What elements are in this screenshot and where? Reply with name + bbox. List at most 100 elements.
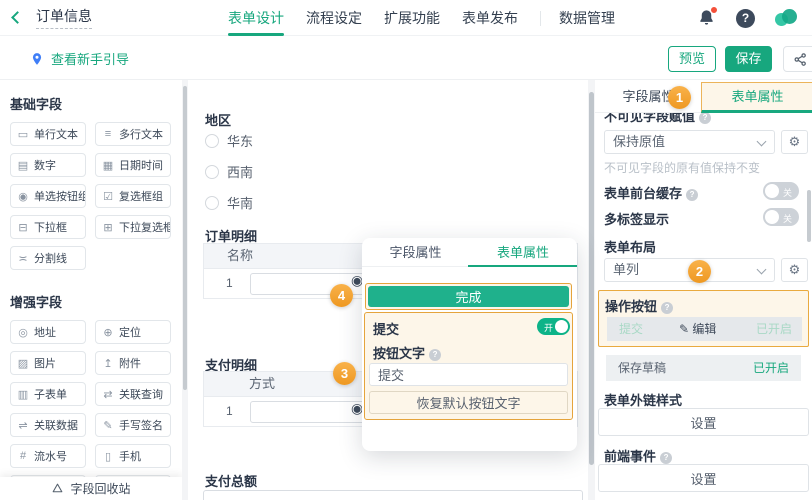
order-row-index: 1 xyxy=(226,276,233,290)
pay-col-method: 方式 xyxy=(249,376,276,391)
dropdown-icon: ⊟ xyxy=(18,221,28,234)
field-multi-line-text[interactable]: ≡ 多行文本 xyxy=(95,122,171,146)
field-subform[interactable]: ▥ 子表单 xyxy=(10,382,86,406)
total-amount-input[interactable] xyxy=(203,490,583,500)
step-badge-1: 1 xyxy=(668,86,691,109)
tab-divider xyxy=(540,10,541,26)
number-icon: ▤ xyxy=(17,159,29,172)
frontend-events-settings-button[interactable]: 设置 xyxy=(598,464,809,492)
field-recycle-bin[interactable]: 字段回收站 xyxy=(0,477,182,500)
invisible-field-gear-button[interactable]: ⚙ xyxy=(781,130,808,154)
canvas-scroll-thumb[interactable] xyxy=(589,92,594,465)
sub-toolbar: 查看新手引导 预览 保存 xyxy=(0,36,812,80)
info-icon: ? xyxy=(660,452,673,464)
field-attachment[interactable]: ↥ 附件 xyxy=(95,351,171,375)
field-related-query[interactable]: ⇄ 关联查询 xyxy=(95,382,171,406)
panel-scroll-thumb[interactable] xyxy=(807,190,811,242)
done-highlight-box: 完成 xyxy=(365,283,572,310)
save-draft-row[interactable]: 保存草稿 已开启 xyxy=(606,355,801,381)
action-buttons-label: 操作按钮? xyxy=(605,296,674,315)
tab-data-management[interactable]: 数据管理 xyxy=(559,0,615,36)
field-mobile[interactable]: ▯ 手机 xyxy=(95,444,171,468)
frontend-events-label: 前端事件? xyxy=(604,446,673,465)
back-button[interactable] xyxy=(0,0,30,36)
tab-flow-settings[interactable]: 流程设定 xyxy=(306,0,362,36)
tab-extensions[interactable]: 扩展功能 xyxy=(384,0,440,36)
link-style-label: 表单外链样式 xyxy=(604,393,683,408)
popup-tab-field-props[interactable]: 字段属性 xyxy=(362,238,469,267)
multitab-label: 多标签显示 xyxy=(604,212,670,227)
button-text-input[interactable] xyxy=(369,363,568,386)
field-dropdown[interactable]: ⊟ 下拉框 xyxy=(10,215,86,239)
popup-tabs: 字段属性 表单属性 xyxy=(362,238,577,267)
multitab-toggle[interactable]: 关 xyxy=(763,208,799,226)
done-button[interactable]: 完成 xyxy=(368,286,569,307)
field-image[interactable]: ▨ 图片 xyxy=(10,351,86,375)
calendar-icon: ▦ xyxy=(102,159,114,172)
radio-circle-icon[interactable] xyxy=(205,195,219,210)
radio-circle-icon[interactable] xyxy=(205,164,219,179)
action-edit-button[interactable]: ✎ 编辑 xyxy=(679,317,716,341)
form-layout-label: 表单布局 xyxy=(604,240,657,255)
radio-option-east[interactable]: 华东 xyxy=(205,131,253,150)
action-buttons-row: 提交 ✎ 编辑 已开启 xyxy=(607,317,802,341)
action-submit-disabled: 提交 xyxy=(619,322,644,336)
field-related-data[interactable]: ⇌ 关联数据 xyxy=(10,413,86,437)
field-radio-group[interactable]: ◉ 单选按钮组 xyxy=(10,184,86,208)
share-icon xyxy=(794,52,806,66)
tab-form-design[interactable]: 表单设计 xyxy=(228,0,284,36)
field-multi-dropdown[interactable]: ⊞ 下拉复选框 xyxy=(95,215,171,239)
form-properties-panel: 不可见字段赋值? 字段属性 表单属性 保持原值 ⚙ 不可见字段的原有值保持不变 … xyxy=(595,80,812,500)
order-col-name: 名称 xyxy=(227,248,254,263)
info-icon: ? xyxy=(686,189,699,201)
field-address[interactable]: ◎ 地址 xyxy=(10,320,86,344)
newbie-guide-link[interactable]: 查看新手引导 xyxy=(30,49,129,68)
active-tab-underline xyxy=(228,33,284,36)
save-button[interactable]: 保存 xyxy=(725,46,772,72)
user-avatar[interactable] xyxy=(774,7,798,29)
group-title-enhanced: 增强字段 xyxy=(10,295,63,310)
address-icon: ◎ xyxy=(18,326,28,339)
enhanced-fields-grid: ◎ 地址 ⊕ 定位 ▨ 图片 ↥ 附件 ▥ 子表单 ⇄ 关联查询 ⇌ 关联数据 ✎ 手写签名 #… xyxy=(0,320,182,499)
subform-icon: ▥ xyxy=(17,388,29,401)
preview-button[interactable]: 预览 xyxy=(668,46,716,72)
basic-fields-grid: ▭ 单行文本 ≡ 多行文本 ▤ 数字 ▦ 日期时间 ◉ 单选按钮组 ☑ 复选框组 ⊟ 下拉框 … xyxy=(0,122,182,270)
info-icon: ? xyxy=(429,349,442,361)
notification-bell-icon[interactable] xyxy=(697,6,718,28)
restore-default-button[interactable]: 恢复默认按钮文字 xyxy=(369,391,568,414)
radio-option-southwest[interactable]: 西南 xyxy=(205,162,253,181)
submit-toggle[interactable]: 开 xyxy=(537,318,570,335)
header-tabs: 表单设计 流程设定 扩展功能 表单发布 数据管理 xyxy=(228,0,637,36)
radio-circle-icon[interactable] xyxy=(205,133,219,148)
form-layout-gear-button[interactable]: ⚙ xyxy=(781,258,808,282)
step-badge-2: 2 xyxy=(688,260,711,283)
field-number[interactable]: ▤ 数字 xyxy=(10,153,86,177)
field-single-line-text[interactable]: ▭ 单行文本 xyxy=(10,122,86,146)
invisible-field-select[interactable]: 保持原值 xyxy=(604,130,775,154)
field-location[interactable]: ⊕ 定位 xyxy=(95,320,171,344)
panel-tab-form-props[interactable]: 表单属性 xyxy=(701,82,812,113)
field-serial-number[interactable]: # 流水号 xyxy=(10,444,86,468)
radio-option-south[interactable]: 华南 xyxy=(205,193,253,212)
sidebar-scroll-thumb[interactable] xyxy=(183,86,187,390)
save-draft-status: 已开启 xyxy=(752,361,789,375)
help-icon[interactable]: ? xyxy=(736,8,755,28)
radio-icon: ◉ xyxy=(18,190,28,203)
frontend-cache-toggle[interactable]: 关 xyxy=(763,182,799,200)
save-draft-label: 保存草稿 xyxy=(618,361,667,375)
share-button[interactable] xyxy=(783,46,812,72)
field-datetime[interactable]: ▦ 日期时间 xyxy=(95,153,171,177)
tab-form-publish[interactable]: 表单发布 xyxy=(462,0,518,36)
field-checkbox-group[interactable]: ☑ 复选框组 xyxy=(95,184,171,208)
popup-tab-form-props[interactable]: 表单属性 xyxy=(469,238,577,267)
field-library-sidebar: 基础字段 ▭ 单行文本 ≡ 多行文本 ▤ 数字 ▦ 日期时间 ◉ 单选按钮组 ☑ 复选框组 … xyxy=(0,80,182,500)
link-style-settings-button[interactable]: 设置 xyxy=(598,408,809,436)
field-divider[interactable]: ≍ 分割线 xyxy=(10,246,86,270)
recycle-icon xyxy=(53,483,63,493)
info-icon: ? xyxy=(661,302,674,314)
mobile-icon: ▯ xyxy=(104,450,112,463)
image-icon: ▨ xyxy=(17,357,29,370)
multi-line-text-icon: ≡ xyxy=(104,128,112,140)
related-query-icon: ⇄ xyxy=(103,388,113,401)
field-signature[interactable]: ✎ 手写签名 xyxy=(95,413,171,437)
